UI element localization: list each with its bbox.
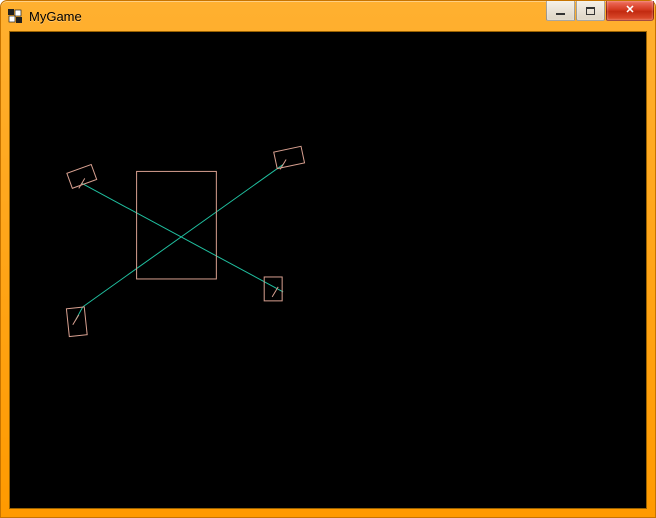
close-icon: ✕ [625,5,634,16]
entity-tick-0 [79,178,85,188]
maximize-icon [586,7,595,15]
minimize-icon [556,13,565,15]
game-canvas[interactable] [10,32,646,508]
app-icon [7,8,23,24]
titlebar[interactable]: MyGame ✕ [1,1,655,31]
entity-rect-3 [264,277,282,301]
window-controls-group: ✕ [546,1,654,21]
entity-tick-1 [280,159,286,169]
entity-tick-3 [272,287,278,297]
entity-rect-1 [274,146,305,168]
game-client-area [9,31,647,509]
window-frame: MyGame ✕ [0,0,656,518]
entity-rect-2 [66,307,87,337]
maximize-button[interactable] [576,1,605,21]
entity-tick-2 [73,315,79,325]
connection-line-1 [83,164,283,306]
entity-rect-0 [67,164,97,188]
connection-line-0 [82,183,283,292]
minimize-button[interactable] [546,1,575,21]
close-button[interactable]: ✕ [606,1,654,21]
center-body [137,171,217,279]
